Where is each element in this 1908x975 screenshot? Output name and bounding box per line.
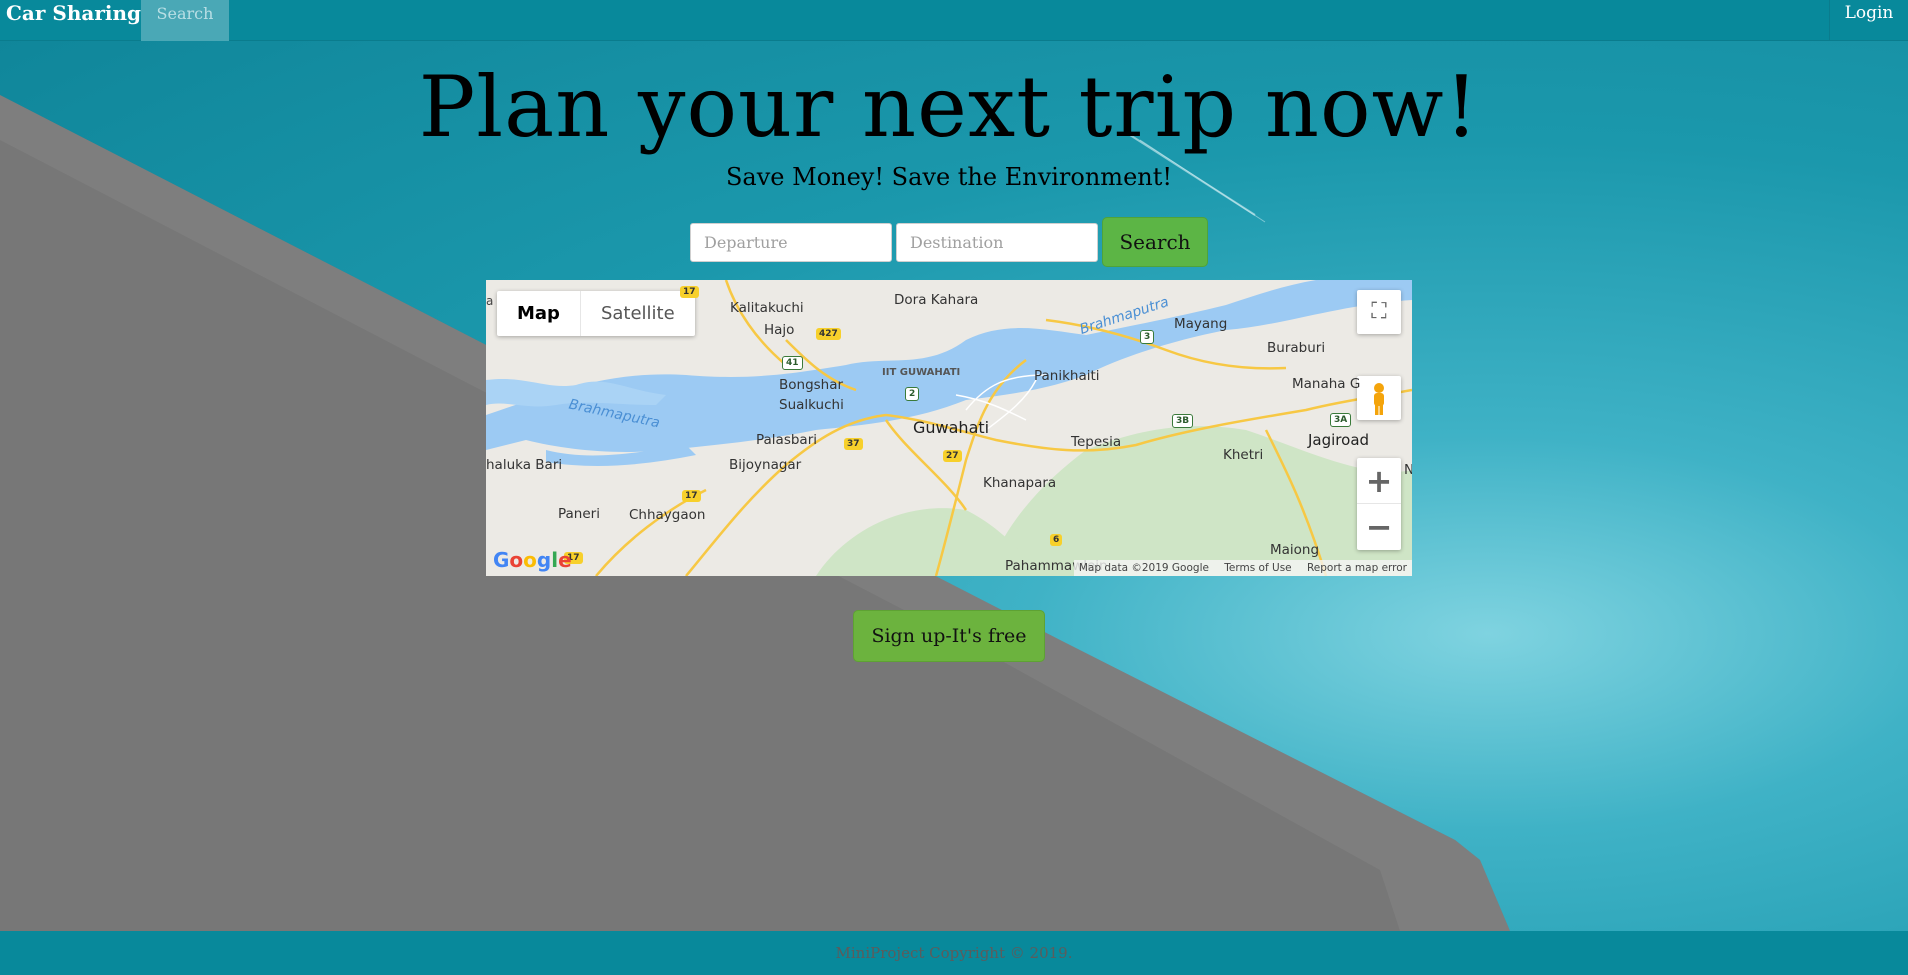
map-label: Kalitakuchi <box>730 300 804 316</box>
map-label: Buraburi <box>1267 340 1326 356</box>
map-type-map-button[interactable]: Map <box>497 291 581 336</box>
map-type-control: Map Satellite <box>497 291 695 336</box>
map-attribution: Map data ©2019 Google Terms of Use Repor… <box>1073 560 1412 576</box>
map-label: Mayang <box>1174 316 1228 332</box>
login-link[interactable]: Login <box>1829 0 1908 41</box>
map-data-text: Map data ©2019 Google <box>1078 562 1209 574</box>
google-logo: Google <box>493 548 572 572</box>
zoom-out-button[interactable]: − <box>1357 504 1401 550</box>
map-label: Dora Kahara <box>894 292 979 308</box>
terms-of-use-link[interactable]: Terms of Use <box>1224 562 1291 574</box>
map-label: Bongshar <box>779 377 844 393</box>
map-label: Sualkuchi <box>779 397 844 413</box>
map-label: Panikhaiti <box>1034 368 1100 384</box>
map-label: Manaha G <box>1292 376 1361 392</box>
highway-shield: 3A <box>1330 413 1352 427</box>
highway-shield: 3B <box>1172 414 1194 428</box>
highway-shield: 427 <box>816 328 841 340</box>
nav-search-tab[interactable]: Search <box>141 0 229 41</box>
map-label: Khetri <box>1223 447 1264 463</box>
report-map-error-link[interactable]: Report a map error <box>1307 562 1407 574</box>
map-label: Jagiroad <box>1308 431 1370 449</box>
zoom-in-button[interactable]: + <box>1357 458 1401 504</box>
map-label: Maiong <box>1270 542 1320 558</box>
departure-input[interactable] <box>690 223 892 262</box>
destination-input[interactable] <box>896 223 1098 262</box>
page-title: Plan your next trip now! <box>418 58 1480 156</box>
navbar: Car Sharing Search Login <box>0 0 1908 41</box>
highway-shield: 3 <box>1140 330 1155 344</box>
map-label: Tepesia <box>1071 434 1122 450</box>
map-label: Guwahati <box>913 418 990 437</box>
map-label: haluka Bari <box>486 457 563 473</box>
map-label: Bijoynagar <box>729 457 802 473</box>
highway-shield: 37 <box>844 438 863 450</box>
pegman-icon[interactable] <box>1357 376 1401 420</box>
highway-shield: 6 <box>1050 534 1063 546</box>
zoom-control: + − <box>1357 458 1401 550</box>
map[interactable]: Map Satellite ⛶ + − a Dora Kahara Kalita… <box>486 280 1412 576</box>
map-label: IIT GUWAHATI <box>882 367 961 378</box>
map-label: a <box>486 294 494 308</box>
map-label: Hajo <box>764 322 795 338</box>
brand-logo[interactable]: Car Sharing <box>6 0 141 41</box>
highway-shield: 2 <box>905 387 920 401</box>
footer: MiniProject Copyright © 2019. <box>0 931 1908 975</box>
map-label: N <box>1404 462 1412 478</box>
map-label: Palasbari <box>756 432 818 448</box>
highway-shield: 41 <box>782 356 803 370</box>
search-button[interactable]: Search <box>1102 217 1208 267</box>
map-label: Khanapara <box>983 475 1057 491</box>
map-label: Chhaygaon <box>629 507 706 523</box>
fullscreen-icon[interactable]: ⛶ <box>1357 290 1401 334</box>
highway-shield: 27 <box>943 450 962 462</box>
highway-shield: 17 <box>682 490 701 502</box>
map-type-satellite-button[interactable]: Satellite <box>581 291 695 336</box>
map-label: Paneri <box>558 506 600 522</box>
highway-shield: 17 <box>680 286 699 298</box>
signup-button[interactable]: Sign up-It's free <box>853 610 1045 662</box>
page-subtitle: Save Money! Save the Environment! <box>725 163 1173 191</box>
